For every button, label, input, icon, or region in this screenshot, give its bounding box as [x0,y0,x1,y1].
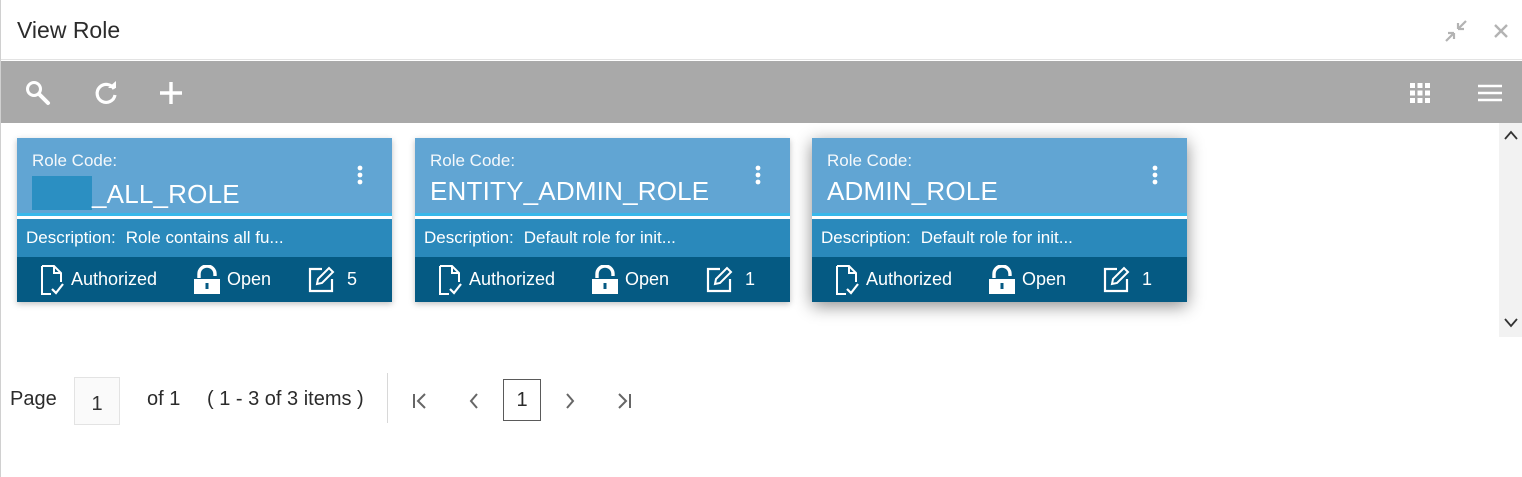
role-code-value: _ALL_ROLE [32,176,240,210]
more-options-icon[interactable] [1145,162,1165,188]
authorization-status: Authorized [39,257,157,302]
grid-view-icon[interactable] [1404,77,1436,109]
total-pages-label: of 1 [147,388,181,410]
modification-count: 1 [1102,257,1152,302]
pagination: Page 1 of 1 ( 1 - 3 of 3 items ) 1 [1,373,701,433]
item-range-label: ( 1 - 3 of 3 items ) [207,388,364,410]
authorization-status: Authorized [834,257,952,302]
page-label: Page [10,388,57,410]
description-value: Role contains all fu... [125,228,284,247]
scroll-down-icon[interactable] [1503,315,1519,331]
description-label: Description: [26,228,116,247]
page-number-input[interactable]: 1 [74,377,120,425]
search-icon[interactable] [22,77,54,109]
title-bar: View Role [1,0,1522,60]
card-footer: Authorized Open 1 [812,257,1187,302]
window-title: View Role [17,17,121,43]
next-page-icon[interactable] [558,387,582,415]
description-value: Default role for init... [920,228,1073,247]
lock-status: Open [591,257,669,302]
document-check-icon [836,264,859,295]
vertical-scrollbar[interactable] [1499,123,1522,337]
card-header: Role Code: ADMIN_ROLE [812,138,1187,216]
role-card[interactable]: Role Code: ENTITY_ADMIN_ROLE Description… [415,138,790,302]
role-code-label: Role Code: [827,151,913,170]
role-code-label: Role Code: [32,151,118,170]
redacted-block [32,176,92,210]
modification-count: 5 [307,257,357,302]
last-page-icon[interactable] [612,387,636,415]
description-label: Description: [424,228,514,247]
edit-icon [706,266,733,292]
role-code-label: Role Code: [430,151,516,170]
toolbar [1,61,1522,123]
card-footer: Authorized Open 5 [17,257,392,302]
lock-status: Open [988,257,1066,302]
card-header: Role Code: _ALL_ROLE [17,138,392,216]
first-page-icon[interactable] [408,387,432,415]
card-header: Role Code: ENTITY_ADMIN_ROLE [415,138,790,216]
unlock-icon [989,264,1015,294]
current-page-button[interactable]: 1 [503,379,541,421]
card-description: Description: Default role for init... [812,219,1187,257]
edit-icon [1103,266,1130,292]
document-check-icon [439,264,462,295]
more-options-icon[interactable] [748,162,768,188]
lock-status: Open [193,257,271,302]
authorization-status: Authorized [437,257,555,302]
collapse-arrows-icon[interactable] [1443,18,1469,44]
refresh-icon[interactable] [90,77,122,109]
previous-page-icon[interactable] [462,387,486,415]
close-icon[interactable] [1488,18,1514,44]
role-card[interactable]: Role Code: ADMIN_ROLE Description: Defaul… [812,138,1187,302]
card-description: Description: Default role for init... [415,219,790,257]
card-description: Description: Role contains all fu... [17,219,392,257]
view-role-window: View Role Role Code: _ALL_ROLE Descripti… [0,0,1522,477]
more-options-icon[interactable] [350,162,370,188]
role-code-value: ENTITY_ADMIN_ROLE [430,176,710,206]
list-view-icon[interactable] [1474,77,1506,109]
card-footer: Authorized Open 1 [415,257,790,302]
document-check-icon [41,264,64,295]
modification-count: 1 [705,257,755,302]
description-label: Description: [821,228,911,247]
unlock-icon [592,264,618,294]
content-area: Role Code: _ALL_ROLE Description: Role co… [1,123,1522,477]
edit-icon [308,266,335,292]
scroll-up-icon[interactable] [1503,127,1519,143]
description-value: Default role for init... [523,228,676,247]
divider [387,373,388,423]
unlock-icon [194,264,220,294]
role-code-value: ADMIN_ROLE [827,176,999,206]
add-icon[interactable] [155,77,187,109]
role-card[interactable]: Role Code: _ALL_ROLE Description: Role co… [17,138,392,302]
